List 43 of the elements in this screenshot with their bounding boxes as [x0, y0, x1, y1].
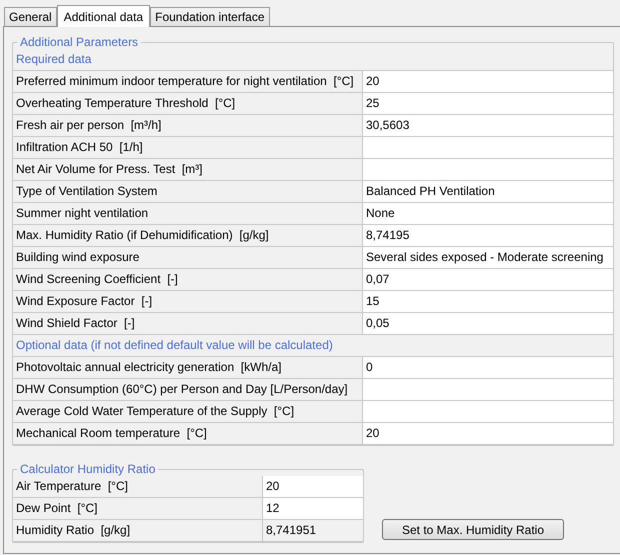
row-label: Fresh air per person [m³/h]: [13, 115, 363, 137]
value-field[interactable]: [363, 379, 613, 401]
row-label: Net Air Volume for Press. Test [m³]: [13, 159, 363, 181]
row-label: Wind Shield Factor [-]: [13, 313, 363, 335]
group-title: Additional Parameters: [19, 35, 140, 49]
value-field[interactable]: None: [363, 203, 613, 225]
row-label: Preferred minimum indoor temperature for night ventilation [°C]: [13, 71, 363, 93]
tab[interactable]: Additional data: [56, 5, 150, 27]
value-field[interactable]: 0,05: [363, 313, 613, 335]
row-label: Mechanical Room temperature [°C]: [13, 423, 363, 445]
value-field[interactable]: 25: [363, 93, 613, 115]
row-label: Photovoltaic annual electricity generation [kWh/a]: [13, 357, 363, 379]
group-title: Calculator Humidity Ratio: [19, 462, 156, 476]
row-label: Summer night ventilation: [13, 203, 363, 225]
value-field[interactable]: Balanced PH Ventilation: [363, 181, 613, 203]
tab[interactable]: Foundation interface: [150, 7, 270, 26]
row-label: DHW Consumption (60°C) per Person and Day [L/Person/day]: [13, 379, 363, 401]
value-field[interactable]: 30,5603: [363, 115, 613, 137]
value-field[interactable]: [363, 401, 613, 423]
value-field[interactable]: 20: [263, 476, 363, 498]
row-label: Air Temperature [°C]: [13, 476, 263, 498]
value-field[interactable]: 20: [363, 423, 613, 445]
row-label: Building wind exposure: [13, 247, 363, 269]
row-label: Wind Screening Coefficient [-]: [13, 269, 363, 291]
row-label: Overheating Temperature Threshold [°C]: [13, 93, 363, 115]
value-field[interactable]: [363, 137, 613, 159]
value-field[interactable]: 15: [363, 291, 613, 313]
row-label: Humidity Ratio [g/kg]: [13, 520, 263, 542]
value-field[interactable]: 0,07: [363, 269, 613, 291]
value-field[interactable]: 8,74195: [363, 225, 613, 247]
value-field[interactable]: [363, 159, 613, 181]
value-field[interactable]: 20: [363, 71, 613, 93]
row-label: Dew Point [°C]: [13, 498, 263, 520]
value-field[interactable]: 12: [263, 498, 363, 520]
row-label: Average Cold Water Temperature of the Supply [°C]: [13, 401, 363, 423]
row-label: Wind Exposure Factor [-]: [13, 291, 363, 313]
value-field[interactable]: Several sides exposed - Moderate screening: [363, 247, 613, 269]
row-label: Type of Ventilation System: [13, 181, 363, 203]
value-field[interactable]: 0: [363, 357, 613, 379]
row-label: Infiltration ACH 50 [1/h]: [13, 137, 363, 159]
set-max-humidity-button[interactable]: Set to Max. Humidity Ratio: [382, 519, 564, 540]
tab[interactable]: General: [4, 7, 57, 26]
row-label: Max. Humidity Ratio (if Dehumidification) [g/kg]: [13, 225, 363, 247]
